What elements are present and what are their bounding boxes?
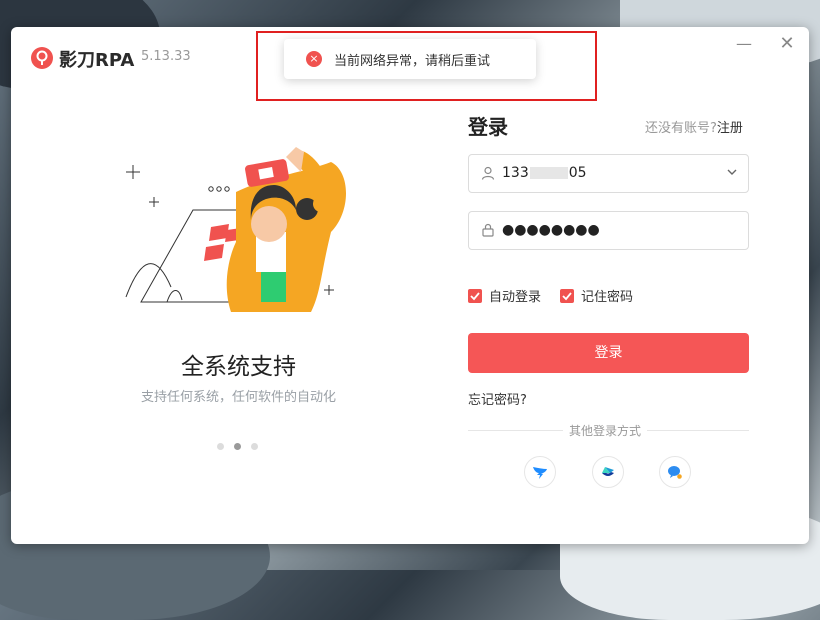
carousel-title: 全系统支持 (181, 354, 296, 380)
no-account-prompt: 还没有账号?注册 (645, 117, 743, 136)
auto-login-label: 自动登录 (489, 290, 542, 305)
lock-icon (482, 223, 494, 237)
carousel-indicator (217, 443, 258, 450)
register-link[interactable]: 注册 (717, 121, 743, 136)
app-name: 影刀RPA (59, 50, 135, 71)
carousel-dot[interactable] (217, 443, 224, 450)
dingtalk-icon (533, 467, 547, 479)
carousel-dot[interactable] (251, 443, 258, 450)
other-login-methods-label: 其他登录方式 (563, 422, 648, 439)
wecom-icon (668, 466, 682, 479)
auto-login-checkbox[interactable]: 自动登录 (468, 286, 541, 305)
no-account-text: 还没有账号? (645, 121, 717, 136)
login-button[interactable]: 登录 (468, 333, 749, 373)
forgot-password-link[interactable]: 忘记密码? (468, 389, 527, 408)
feishu-icon (602, 467, 614, 476)
carousel-dot-active[interactable] (234, 443, 241, 450)
username-field[interactable]: 133 05 (468, 154, 749, 193)
close-button[interactable]: ✕ (776, 33, 798, 55)
password-value: ●●●●●●●● (502, 222, 600, 238)
remember-password-label: 记住密码 (581, 290, 634, 305)
app-version: 5.13.33 (141, 49, 191, 64)
username-suffix: 05 (568, 165, 587, 181)
username-value: 133 05 (502, 165, 587, 181)
remember-password-checkbox[interactable]: 记住密码 (560, 286, 633, 305)
checkbox-checked-icon (560, 288, 574, 303)
username-mask (529, 167, 568, 179)
dingtalk-login-button[interactable] (524, 456, 556, 488)
user-icon (481, 166, 495, 180)
checkbox-checked-icon (468, 288, 482, 303)
wecom-login-button[interactable] (659, 456, 691, 488)
login-title: 登录 (468, 115, 508, 139)
carousel-subtitle: 支持任何系统，任何软件的自动化 (140, 390, 336, 405)
minimize-button[interactable]: — (733, 33, 755, 55)
login-window: 影刀RPA 5.13.33 — ✕ 全系统支持 支持任何系统，任何软件的自动化 (11, 27, 809, 544)
app-logo-icon (31, 47, 53, 69)
annotation-highlight-box (256, 31, 597, 101)
feishu-login-button[interactable] (592, 456, 624, 488)
chevron-down-icon[interactable] (726, 166, 738, 178)
illustration-person-with-phone (125, 147, 346, 312)
password-field[interactable]: ●●●●●●●● (468, 211, 749, 250)
username-prefix: 133 (502, 165, 529, 181)
